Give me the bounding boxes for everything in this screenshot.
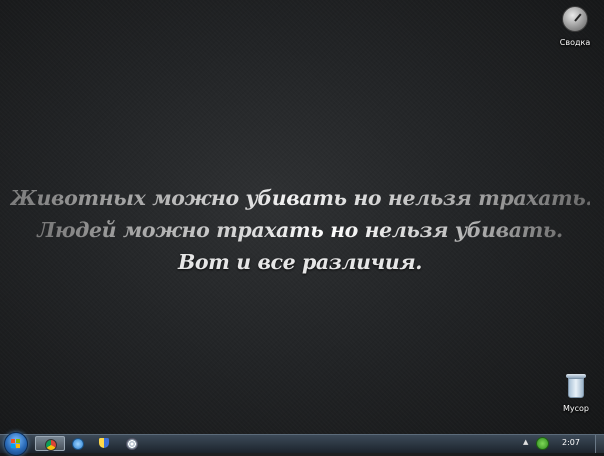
fingerprint-icon <box>126 438 138 450</box>
start-button[interactable] <box>4 432 28 456</box>
desktop: Животных можно убивать но нельзя трахать… <box>0 0 604 434</box>
taskbar-chrome[interactable] <box>35 436 65 451</box>
gauge-icon <box>562 6 588 32</box>
windows-logo-icon <box>11 439 21 449</box>
qip-icon <box>72 438 84 450</box>
desktop-icon-trash[interactable]: Мусор <box>551 374 601 413</box>
quote-line-1: Животных можно убивать но нельзя трахать… <box>10 182 593 214</box>
desktop-icon-trash-label: Мусор <box>562 404 589 413</box>
tray-overflow-arrow-icon[interactable]: ▲ <box>523 438 528 446</box>
taskbar-fingerprint[interactable] <box>121 436 143 451</box>
shield-icon <box>99 438 109 448</box>
chrome-icon <box>45 439 57 451</box>
utorrent-tray-icon[interactable] <box>536 437 549 450</box>
wallpaper-quote: Животных можно убивать но нельзя трахать… <box>10 182 593 278</box>
quote-line-2: Людей можно трахать но нельзя убивать. <box>10 214 590 246</box>
show-desktop-button[interactable] <box>595 435 604 453</box>
taskbar-qip[interactable] <box>67 436 89 451</box>
recycle-bin-icon <box>566 374 586 398</box>
desktop-icon-summary[interactable]: Сводка <box>550 6 600 47</box>
taskbar: ▲ 2:07 <box>0 432 604 456</box>
desktop-icon-summary-label: Сводка <box>559 38 591 47</box>
quote-line-3: Вот и все различия. <box>177 250 422 274</box>
taskbar-clock[interactable]: 2:07 <box>562 438 580 447</box>
taskbar-shield[interactable] <box>94 436 116 451</box>
